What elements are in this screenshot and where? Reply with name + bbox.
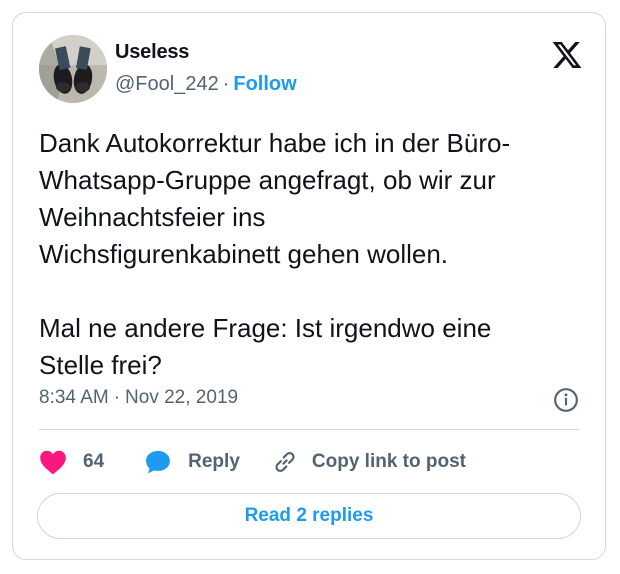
link-icon xyxy=(275,452,295,472)
copy-link-button[interactable]: Copy link to post xyxy=(272,449,466,475)
info-icon[interactable] xyxy=(553,387,579,413)
action-bar: 64 Reply Copy link to post xyxy=(39,445,466,479)
tweet-text: Dank Autokorrektur habe ich in der Büro-… xyxy=(39,128,511,380)
avatar[interactable] xyxy=(39,35,107,103)
display-name[interactable]: Useless xyxy=(115,41,189,64)
like-count: 64 xyxy=(83,451,105,472)
handle-separator: · xyxy=(222,73,230,95)
read-replies-button[interactable]: Read 2 replies xyxy=(37,493,581,539)
timestamp-separator: · xyxy=(113,387,121,408)
heart-icon xyxy=(40,450,66,475)
speech-bubble-icon xyxy=(146,450,171,474)
x-logo-icon[interactable] xyxy=(551,39,583,71)
follow-button[interactable]: Follow xyxy=(233,73,296,95)
avatar-image xyxy=(39,35,107,103)
user-handle[interactable]: @Fool_242 xyxy=(115,73,219,95)
reply-button[interactable]: Reply xyxy=(144,448,240,476)
tweet-date: Nov 22, 2019 xyxy=(125,387,239,408)
divider xyxy=(39,429,579,430)
like-button[interactable]: 64 xyxy=(39,449,104,475)
copy-link-label: Copy link to post xyxy=(311,451,466,472)
timestamp[interactable]: 8:34 AM · Nov 22, 2019 xyxy=(39,387,238,409)
handle-line: @Fool_242 · Follow xyxy=(115,73,297,96)
reply-label: Reply xyxy=(188,451,240,472)
tweet-time: 8:34 AM xyxy=(39,387,109,408)
tweet-card: Useless @Fool_242 · Follow Dank Autokorrek… xyxy=(12,12,606,560)
